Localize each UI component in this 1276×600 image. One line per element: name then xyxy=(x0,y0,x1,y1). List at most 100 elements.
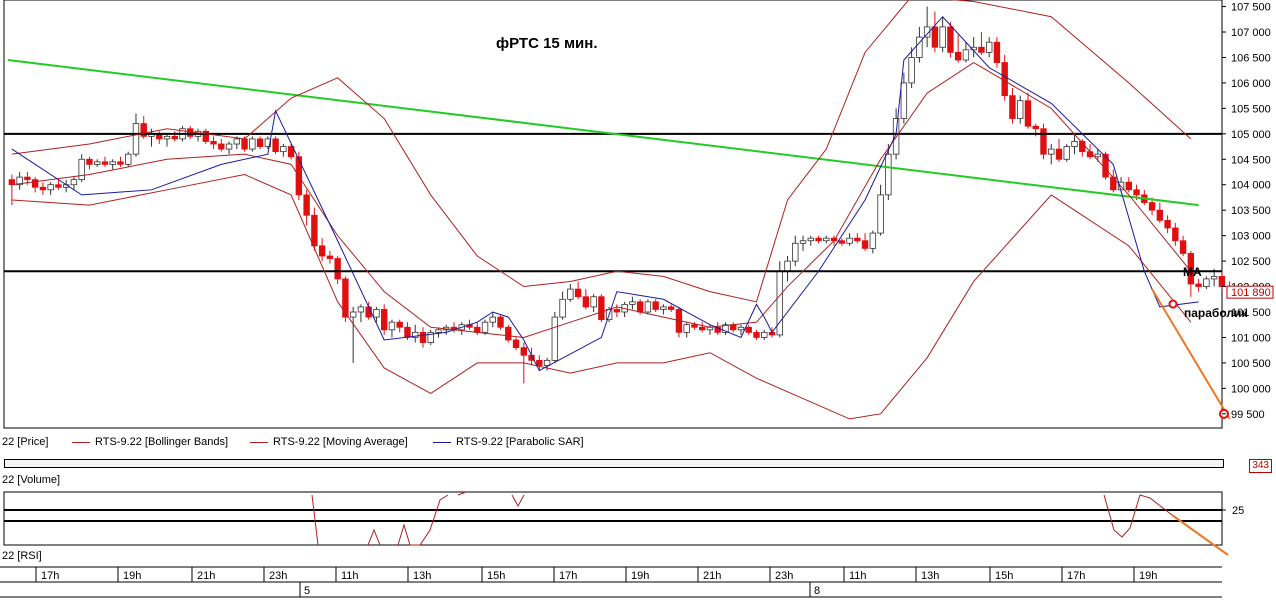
rsi-tick-label: 25 xyxy=(1232,505,1245,517)
candle-body xyxy=(280,146,287,153)
legend-moving-average-label: RTS-9.22 [Moving Average] xyxy=(273,436,408,448)
candle-body xyxy=(1009,95,1016,119)
rsi-pane-label: 22 [RSI] xyxy=(2,550,42,562)
legend-bollinger[interactable]: RTS-9.22 [Bollinger Bands] xyxy=(72,434,228,450)
candle-body xyxy=(1040,128,1047,155)
time-hour-label: 17h xyxy=(559,570,577,582)
candle-body xyxy=(1156,209,1164,221)
time-hour-label: 23h xyxy=(269,570,287,582)
candle-body xyxy=(908,57,915,84)
time-hour-label: 19h xyxy=(631,570,649,582)
candle-body xyxy=(1195,283,1202,287)
candle-body xyxy=(629,301,636,305)
candle-body xyxy=(1148,202,1156,211)
candle-body xyxy=(334,258,341,280)
price-tick-label: 105 000 xyxy=(1231,129,1271,141)
candle-body xyxy=(1218,275,1226,287)
time-hour-label: 21h xyxy=(197,570,215,582)
candle-body xyxy=(784,260,791,272)
time-hour-label: 23h xyxy=(775,570,793,582)
candle-body xyxy=(24,176,31,181)
candle-body xyxy=(481,321,489,333)
candle-body xyxy=(1048,148,1055,155)
candle-body xyxy=(551,316,559,361)
price-tick-label: 105 500 xyxy=(1231,103,1271,115)
candle-body xyxy=(753,331,760,338)
candle-body xyxy=(1110,176,1117,191)
candle-body xyxy=(396,321,403,328)
candle-body xyxy=(474,326,481,333)
candle-body xyxy=(505,326,512,341)
candle-body xyxy=(962,49,970,61)
candle-body xyxy=(125,153,132,165)
legend-bollinger-label: RTS-9.22 [Bollinger Bands] xyxy=(95,436,229,448)
candle-body xyxy=(109,161,116,165)
time-hour-label: 15h xyxy=(995,570,1013,582)
candle-body xyxy=(357,306,365,313)
candle-body xyxy=(861,240,869,249)
day-label: 8 xyxy=(814,585,820,597)
candle-body xyxy=(101,161,109,165)
price-tick-label: 104 000 xyxy=(1231,180,1271,192)
time-hour-label: 17h xyxy=(1067,570,1085,582)
candle-body xyxy=(698,326,706,331)
candle-body xyxy=(947,26,954,53)
candle-body xyxy=(497,316,504,328)
candle-body xyxy=(543,359,551,366)
volume-badge: 343 xyxy=(1249,459,1272,473)
candle-body xyxy=(885,153,892,196)
chart-title: фРТС 15 мин. xyxy=(496,35,598,52)
candle-body xyxy=(900,82,908,119)
parabolic-annotation: параболик xyxy=(1184,306,1248,320)
volume-scrollbar[interactable] xyxy=(4,459,1224,468)
candle-body xyxy=(1102,153,1109,178)
legend-parabolic-sar[interactable]: RTS-9.22 [Parabolic SAR] xyxy=(433,434,584,450)
price-tick-label: 107 500 xyxy=(1231,2,1271,14)
price-tick-label: 103 000 xyxy=(1231,231,1271,243)
volume-pane-label: 22 [Volume] xyxy=(2,474,61,486)
candle-body xyxy=(846,237,853,244)
candle-body xyxy=(117,161,124,165)
candle-body xyxy=(1032,125,1039,130)
ma-annotation: MA xyxy=(1183,265,1202,279)
candle-body xyxy=(652,301,659,310)
candle-body xyxy=(1017,100,1024,119)
candle-body xyxy=(1071,141,1078,147)
candle-body xyxy=(613,309,621,313)
candle-body xyxy=(93,161,101,165)
candle-body xyxy=(993,41,1001,63)
candle-body xyxy=(70,179,78,186)
candle-body xyxy=(985,41,993,53)
candle-body xyxy=(318,245,326,257)
moving-average-swatch xyxy=(250,441,268,443)
candle-body xyxy=(202,130,209,142)
legend-price[interactable]: 22 [Price] xyxy=(2,434,48,450)
candle-body xyxy=(373,309,380,318)
candle-body xyxy=(187,128,194,137)
candle-body xyxy=(349,311,357,318)
candle-body xyxy=(1055,148,1063,160)
price-axis: 107 500 107 000 106 500 106 000 105 500 105 0… xyxy=(1222,2,1274,421)
candle-body xyxy=(931,26,939,48)
candle-body xyxy=(536,359,543,366)
price-tick-label: 107 000 xyxy=(1231,27,1271,39)
candle-body xyxy=(326,255,334,259)
candle-body xyxy=(380,309,388,331)
candle-body xyxy=(47,184,54,191)
legend-moving-average[interactable]: RTS-9.22 [Moving Average] xyxy=(250,434,408,450)
candle-body xyxy=(489,316,496,323)
candle-body xyxy=(761,331,768,338)
candle-body xyxy=(86,158,93,165)
candle-body xyxy=(869,232,877,249)
price-tick-label: 101 000 xyxy=(1231,332,1271,344)
candle-body xyxy=(163,135,171,140)
chart-canvas: 107 500 107 000 106 500 106 000 105 500 105 0… xyxy=(0,0,1274,598)
parabolic-sar-swatch xyxy=(433,441,451,443)
time-hour-label: 11h xyxy=(341,570,359,582)
candle-body xyxy=(660,306,667,310)
candle-body xyxy=(218,143,225,150)
candle-body xyxy=(745,326,752,333)
candle-body xyxy=(342,278,349,318)
candle-body xyxy=(55,184,62,188)
time-hour-label: 11h xyxy=(849,570,867,582)
